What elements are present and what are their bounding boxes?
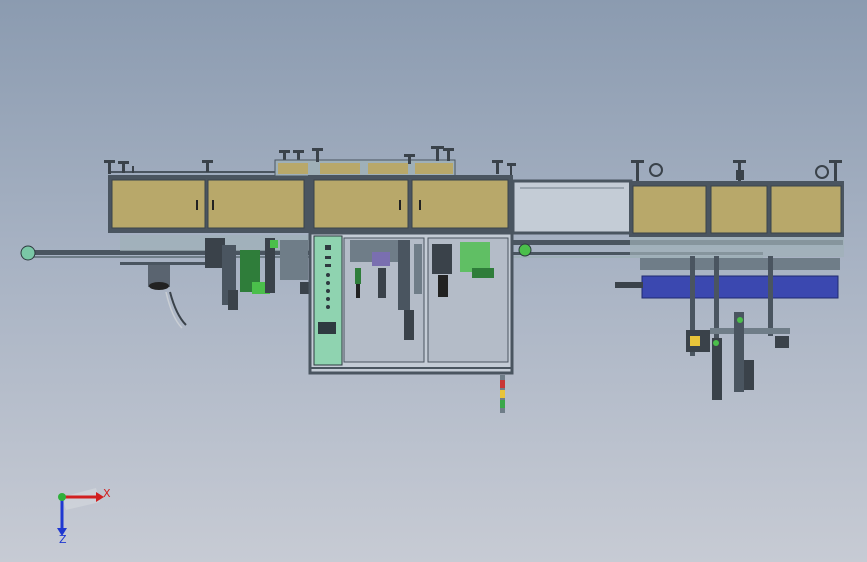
top-mount-brackets-right bbox=[631, 160, 842, 181]
y-axis-dot bbox=[58, 493, 66, 501]
top-mount-brackets-left bbox=[104, 150, 304, 174]
signal-tower bbox=[500, 375, 505, 413]
coordinate-triad: X Z bbox=[57, 487, 111, 546]
x-axis-label: X bbox=[103, 487, 111, 500]
left-top-cabinet bbox=[108, 171, 308, 233]
assembly-drawing: X Z bbox=[20, 146, 844, 546]
left-mechanism-assembly bbox=[120, 235, 310, 329]
cad-viewport[interactable]: X Z bbox=[0, 0, 867, 562]
right-top-cabinet bbox=[629, 181, 844, 237]
glass-bridge-frame bbox=[511, 179, 633, 235]
z-axis-label: Z bbox=[59, 533, 67, 546]
right-mechanism-assembly bbox=[615, 237, 844, 400]
center-top-cabinet bbox=[274, 159, 513, 233]
